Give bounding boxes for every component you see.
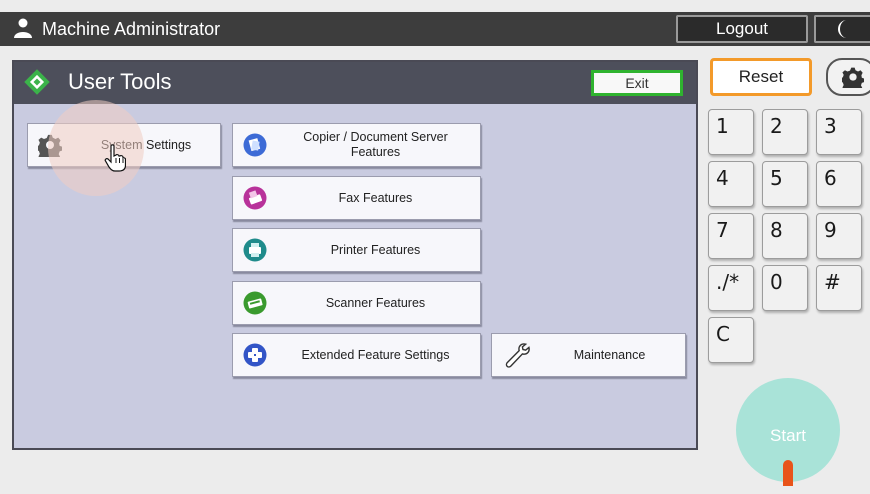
extended-feature-settings-button[interactable]: Extended Feature Settings [232, 333, 481, 377]
key-7[interactable]: 7 [708, 213, 754, 259]
printer-features-button[interactable]: Printer Features [232, 228, 481, 272]
printer-label: Printer Features [330, 242, 421, 257]
key-8[interactable]: 8 [762, 213, 808, 259]
start-indicator-light [783, 460, 793, 486]
key-4[interactable]: 4 [708, 161, 754, 207]
key-2[interactable]: 2 [762, 109, 808, 155]
gear-icon [842, 67, 864, 88]
key-0[interactable]: 0 [762, 265, 808, 311]
printer-icon [243, 238, 267, 262]
key-9[interactable]: 9 [816, 213, 862, 259]
key-hash[interactable]: # [816, 265, 862, 311]
settings-button[interactable] [826, 58, 870, 96]
scanner-features-button[interactable]: Scanner Features [232, 281, 481, 325]
extended-feature-icon [243, 343, 267, 367]
reset-button[interactable]: Reset [710, 58, 812, 96]
energy-saver-button[interactable] [814, 15, 870, 43]
key-5[interactable]: 5 [762, 161, 808, 207]
wrench-icon [505, 343, 530, 368]
scanner-icon [243, 291, 267, 315]
key-dot-star[interactable]: ./* [708, 265, 754, 311]
fax-icon [243, 186, 267, 210]
hand-pointer-icon [104, 144, 126, 172]
maintenance-label: Maintenance [573, 347, 646, 362]
scanner-label: Scanner Features [325, 295, 426, 310]
key-3[interactable]: 3 [816, 109, 862, 155]
start-label: Start [770, 426, 806, 445]
key-clear[interactable]: C [708, 317, 754, 363]
moon-icon [838, 20, 847, 38]
copier-document-server-features-button[interactable]: Copier / Document Server Features [232, 123, 481, 167]
maintenance-button[interactable]: Maintenance [491, 333, 686, 377]
fax-features-button[interactable]: Fax Features [232, 176, 481, 220]
key-6[interactable]: 6 [816, 161, 862, 207]
panel-title: User Tools [68, 69, 172, 94]
exit-button[interactable]: Exit [591, 70, 683, 96]
user-icon [14, 18, 32, 38]
key-1[interactable]: 1 [708, 109, 754, 155]
touch-highlight [48, 100, 144, 196]
fax-label: Fax Features [338, 190, 413, 205]
logged-in-user: Machine Administrator [42, 19, 221, 39]
copier-label: Copier / Document Server Features [303, 130, 448, 159]
copier-icon [243, 133, 267, 157]
user-tools-icon [24, 69, 50, 95]
extended-feature-label: Extended Feature Settings [301, 347, 450, 362]
logout-button[interactable]: Logout [676, 15, 808, 43]
